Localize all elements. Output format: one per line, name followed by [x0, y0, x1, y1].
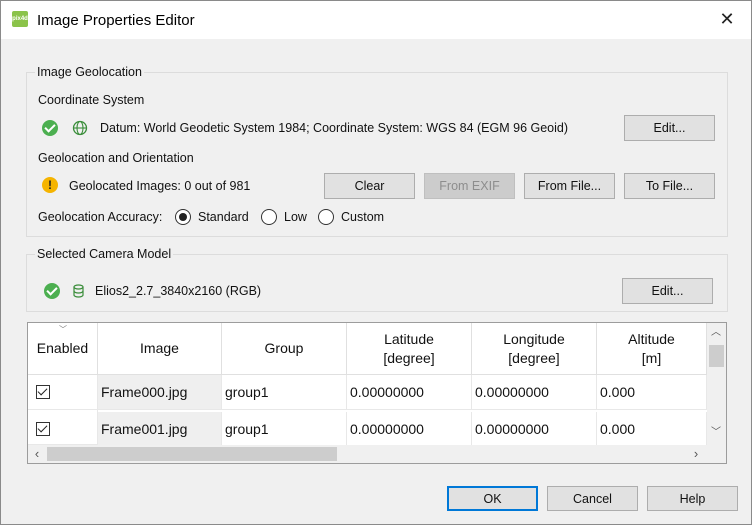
- scrollbar-corner: [707, 445, 726, 463]
- vertical-scrollbar[interactable]: ︿ ﹀: [707, 323, 726, 445]
- column-header-image[interactable]: Image: [98, 323, 222, 375]
- scroll-up-icon[interactable]: ︿: [708, 325, 724, 341]
- close-icon[interactable]: ✕: [717, 9, 737, 29]
- camera-model-title: Selected Camera Model: [35, 247, 174, 261]
- coordinate-system-edit-button[interactable]: Edit...: [624, 115, 715, 141]
- enabled-checkbox[interactable]: [36, 422, 50, 436]
- table-row-cell-enabled: [28, 375, 98, 410]
- geolocation-accuracy-label: Geolocation Accuracy:: [38, 210, 163, 224]
- horizontal-scroll-thumb[interactable]: [47, 447, 337, 461]
- from-exif-button[interactable]: From EXIF: [424, 173, 515, 199]
- from-file-button[interactable]: From File...: [524, 173, 615, 199]
- enabled-checkbox[interactable]: [36, 385, 50, 399]
- scroll-left-icon[interactable]: ‹: [29, 446, 45, 462]
- table-row-cell-altitude[interactable]: 0.000: [597, 375, 707, 410]
- scroll-right-icon[interactable]: ›: [688, 446, 704, 462]
- database-icon: [73, 284, 84, 298]
- datum-text: Datum: World Geodetic System 1984; Coord…: [100, 121, 569, 135]
- column-header-altitude[interactable]: Altitude [m]: [597, 323, 707, 375]
- accuracy-low-radio[interactable]: [261, 209, 277, 225]
- table-row-cell-group[interactable]: group1: [222, 412, 347, 447]
- help-button[interactable]: Help: [647, 486, 738, 511]
- check-circle-icon: [42, 120, 58, 136]
- accuracy-standard-radio[interactable]: [175, 209, 191, 225]
- image-properties-editor-window: pix4d Image Properties Editor ✕ Image Ge…: [0, 0, 752, 525]
- accuracy-low-label[interactable]: Low: [284, 210, 307, 224]
- sort-chevron-icon: ﹀: [59, 325, 67, 334]
- camera-model-edit-button[interactable]: Edit...: [622, 278, 713, 304]
- ok-button[interactable]: OK: [447, 486, 538, 511]
- scroll-down-icon[interactable]: ﹀: [708, 425, 724, 441]
- image-table: Enabled ﹀ Image Group Latitude [degree] …: [27, 322, 727, 464]
- table-row-cell-enabled: [28, 410, 98, 445]
- accuracy-standard-label[interactable]: Standard: [198, 210, 249, 224]
- table-row-cell-longitude[interactable]: 0.00000000: [472, 375, 597, 410]
- check-circle-icon: [44, 283, 60, 299]
- column-header-group[interactable]: Group: [222, 323, 347, 375]
- clear-button[interactable]: Clear: [324, 173, 415, 199]
- horizontal-scrollbar[interactable]: ‹ ›: [28, 445, 707, 463]
- title-bar: pix4d Image Properties Editor ✕: [1, 1, 751, 39]
- table-row-cell-latitude[interactable]: 0.00000000: [347, 412, 472, 447]
- camera-model-text: Elios2_2.7_3840x2160 (RGB): [95, 284, 262, 298]
- image-geolocation-title: Image Geolocation: [35, 65, 144, 79]
- column-header-longitude[interactable]: Longitude [degree]: [472, 323, 597, 375]
- column-header-latitude[interactable]: Latitude [degree]: [347, 323, 472, 375]
- vertical-scroll-thumb[interactable]: [709, 345, 724, 367]
- globe-icon: [72, 120, 88, 136]
- window-title: Image Properties Editor: [37, 12, 195, 29]
- warning-icon: !: [42, 177, 58, 193]
- table-row-cell-altitude[interactable]: 0.000: [597, 412, 707, 447]
- app-logo-icon: pix4d: [12, 11, 28, 27]
- accuracy-custom-radio[interactable]: [318, 209, 334, 225]
- table-row-cell-latitude[interactable]: 0.00000000: [347, 375, 472, 410]
- table-row-cell-image[interactable]: Frame001.jpg: [98, 412, 222, 447]
- table-row-cell-longitude[interactable]: 0.00000000: [472, 412, 597, 447]
- coordinate-system-label: Coordinate System: [38, 93, 145, 107]
- geolocated-images-text: Geolocated Images: 0 out of 981: [69, 179, 251, 193]
- accuracy-custom-label[interactable]: Custom: [341, 210, 384, 224]
- table-row-cell-image[interactable]: Frame000.jpg: [98, 375, 222, 410]
- cancel-button[interactable]: Cancel: [547, 486, 638, 511]
- geolocation-orientation-label: Geolocation and Orientation: [38, 151, 194, 165]
- to-file-button[interactable]: To File...: [624, 173, 715, 199]
- table-row-cell-group[interactable]: group1: [222, 375, 347, 410]
